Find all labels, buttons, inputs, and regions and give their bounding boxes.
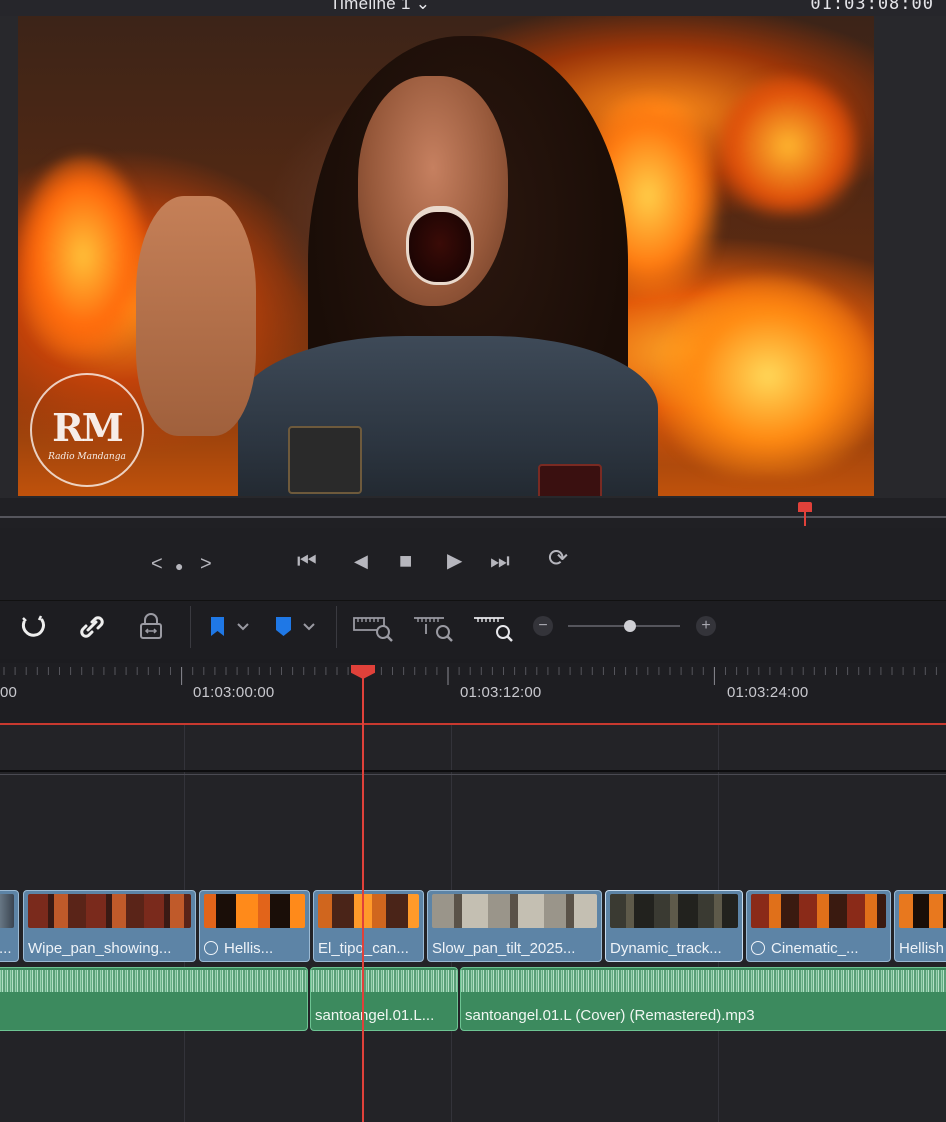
watermark-logo: RM Radio Mandanga	[30, 373, 144, 487]
video-clip[interactable]: Hellish	[894, 890, 946, 962]
video-clip[interactable]: Cinematic_...	[746, 890, 891, 962]
video-clip[interactable]: Wipe_pan_showing...	[23, 890, 196, 962]
toolbar-divider	[190, 606, 191, 648]
ruler-label: 01:03:12:00	[460, 684, 542, 701]
timecode-display: 01:03:08:00	[810, 0, 934, 14]
subject-hand	[136, 196, 256, 436]
marker-dot-icon[interactable]: ●	[175, 555, 183, 577]
watermark-initials: RM	[52, 405, 124, 450]
video-clip[interactable]: ...	[0, 890, 19, 962]
ruler-label: 01:03:24:00	[727, 684, 809, 701]
track-divider	[0, 774, 946, 775]
stop-button[interactable]: ■	[399, 550, 412, 572]
viewer-header	[0, 0, 946, 16]
scrub-playhead[interactable]	[798, 502, 812, 512]
vest-patch-left	[288, 426, 362, 494]
video-clip[interactable]: Slow_pan_tilt_2025...	[427, 890, 602, 962]
audio-clip[interactable]: santoangel.01.L...	[310, 967, 458, 1031]
loop-button[interactable]: ⟳	[548, 547, 568, 571]
ruler-label: 01:03:00:00	[193, 684, 275, 701]
transport-bar	[0, 528, 946, 600]
play-button[interactable]: ▶	[447, 550, 462, 572]
play-reverse-button[interactable]: ◀	[354, 550, 368, 572]
retime-speed-icon	[204, 941, 218, 955]
timeline-name-dropdown[interactable]: Timeline 1 ⌄	[330, 0, 430, 14]
track-divider	[0, 770, 946, 772]
zoom-detail-icon[interactable]	[412, 612, 456, 642]
vest-patch-right	[538, 464, 602, 496]
audio-waveform	[0, 970, 307, 992]
snapping-magnet-icon[interactable]	[18, 612, 50, 642]
ruler-ticks	[3, 667, 937, 685]
video-clip[interactable]: Hellis...	[199, 890, 310, 962]
marker-dropdown[interactable]	[272, 612, 322, 642]
video-clip[interactable]: El_tipo_can...	[313, 890, 424, 962]
scrub-playhead-stem	[804, 512, 806, 526]
audio-waveform	[311, 970, 457, 992]
video-clip[interactable]: Dynamic_track...	[605, 890, 743, 962]
ruler-label: 00	[0, 684, 18, 701]
position-lock-icon[interactable]	[136, 612, 166, 642]
go-to-end-button[interactable]: ⏭	[490, 550, 510, 572]
audio-waveform	[461, 970, 946, 992]
timeline-playhead-line	[362, 677, 364, 1122]
zoom-custom-icon[interactable]	[472, 612, 516, 642]
watermark-name: Radio Mandanga	[48, 452, 126, 462]
retime-speed-icon	[751, 941, 765, 955]
linked-selection-icon[interactable]	[76, 612, 108, 642]
zoom-slider-thumb[interactable]	[623, 620, 636, 632]
audio-clip[interactable]: santoangel.01.L (Cover) (Remastered).mp3	[460, 967, 946, 1031]
zoom-out-button[interactable]: −	[533, 616, 553, 636]
prev-clip-button[interactable]: <	[151, 553, 163, 575]
zoom-in-button[interactable]: +	[696, 616, 716, 636]
next-clip-button[interactable]: >	[200, 553, 212, 575]
audio-clip[interactable]	[0, 967, 308, 1031]
flag-dropdown[interactable]	[206, 612, 256, 642]
go-to-start-button[interactable]: ⏮	[297, 550, 317, 572]
video-preview-frame	[18, 16, 874, 496]
zoom-full-extent-icon[interactable]	[352, 612, 396, 642]
toolbar-divider	[336, 606, 337, 648]
subject-mouth	[406, 206, 474, 285]
